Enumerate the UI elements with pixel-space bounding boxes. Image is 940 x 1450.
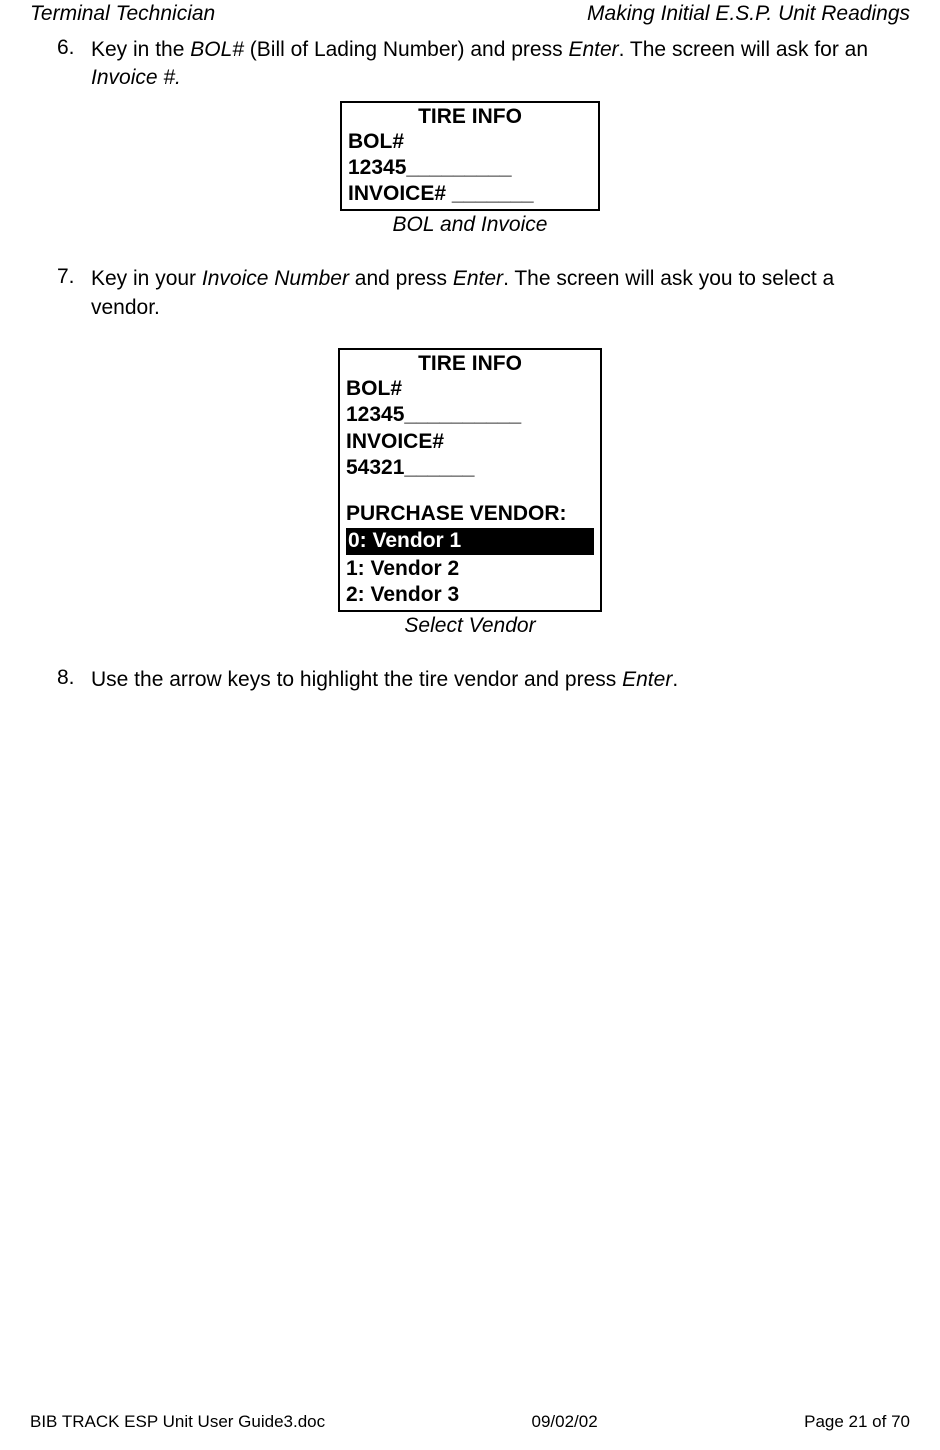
- step-text: Key in your Invoice Number and press Ent…: [91, 265, 885, 322]
- screen-select-vendor: TIRE INFO BOL# 12345__________ INVOICE# …: [338, 348, 602, 612]
- step-text: Key in the BOL# (Bill of Lading Number) …: [91, 36, 885, 93]
- vendor-option: 2: Vendor 3: [346, 582, 594, 608]
- screen-line: BOL#: [346, 376, 594, 402]
- page-footer: BIB TRACK ESP Unit User Guide3.doc 09/02…: [30, 1412, 910, 1432]
- step-text: Use the arrow keys to highlight the tire…: [91, 666, 885, 694]
- step-number: 7.: [55, 265, 91, 322]
- footer-filename: BIB TRACK ESP Unit User Guide3.doc: [30, 1412, 325, 1432]
- header-right: Making Initial E.S.P. Unit Readings: [587, 2, 910, 26]
- screen-line: INVOICE#: [346, 429, 594, 455]
- screen-line: BOL#: [348, 129, 592, 155]
- screen-caption: BOL and Invoice: [55, 213, 885, 237]
- page-content: 6. Key in the BOL# (Bill of Lading Numbe…: [0, 26, 940, 694]
- screen-title: TIRE INFO: [346, 352, 594, 376]
- footer-page: Page 21 of 70: [804, 1412, 910, 1432]
- screen-line: PURCHASE VENDOR:: [346, 501, 594, 527]
- vendor-option-selected: 0: Vendor 1: [346, 528, 594, 554]
- footer-date: 09/02/02: [532, 1412, 598, 1432]
- screen-line: 12345_________: [348, 155, 592, 181]
- spacer: [346, 481, 594, 501]
- screen-line: 12345__________: [346, 402, 594, 428]
- step-number: 6.: [55, 36, 91, 93]
- step-number: 8.: [55, 666, 91, 694]
- header-left: Terminal Technician: [30, 2, 215, 26]
- screen-title: TIRE INFO: [348, 105, 592, 129]
- page-header: Terminal Technician Making Initial E.S.P…: [0, 0, 940, 26]
- screen-line: 54321______: [346, 455, 594, 481]
- screen-caption: Select Vendor: [55, 614, 885, 638]
- step-8: 8. Use the arrow keys to highlight the t…: [55, 666, 885, 694]
- step-6: 6. Key in the BOL# (Bill of Lading Numbe…: [55, 36, 885, 93]
- vendor-option: 1: Vendor 2: [346, 556, 594, 582]
- screen-line: INVOICE# _______: [348, 181, 592, 207]
- step-7: 7. Key in your Invoice Number and press …: [55, 265, 885, 322]
- screen-bol-invoice: TIRE INFO BOL# 12345_________ INVOICE# _…: [340, 101, 600, 212]
